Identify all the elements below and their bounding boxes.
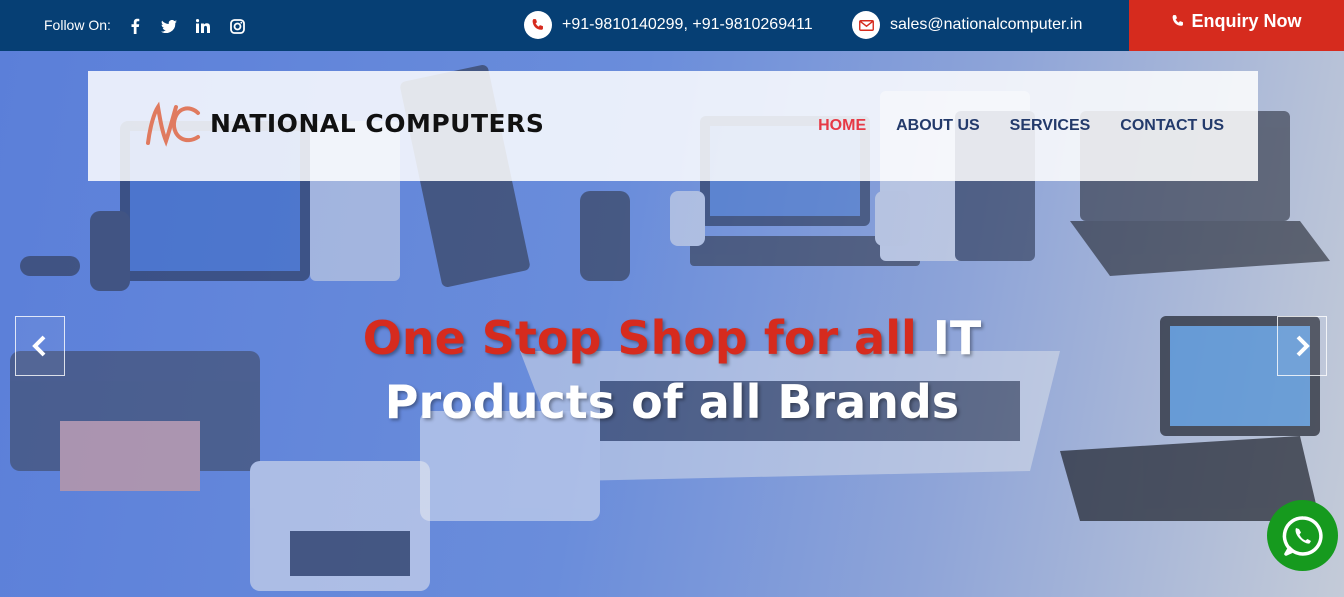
instagram-icon[interactable] xyxy=(226,15,248,37)
enquiry-now-button[interactable]: Enquiry Now xyxy=(1129,0,1344,51)
email-contact[interactable]: sales@nationalcomputer.in xyxy=(852,11,1082,39)
phone-contact[interactable]: +91-9810140299, +91-9810269411 xyxy=(524,11,813,39)
nav-about-us[interactable]: ABOUT US xyxy=(896,117,980,135)
hero-headline: One Stop Shop for all IT Products of all… xyxy=(0,306,1344,434)
headline-red-text: One Stop Shop for all xyxy=(362,311,917,365)
whatsapp-button[interactable] xyxy=(1267,500,1338,571)
phone-icon xyxy=(524,11,552,39)
twitter-icon[interactable] xyxy=(158,15,180,37)
mail-icon xyxy=(852,11,880,39)
nav-menu: HOME ABOUT US SERVICES CONTACT US xyxy=(818,117,1224,135)
nav-services[interactable]: SERVICES xyxy=(1010,117,1091,135)
nav-home[interactable]: HOME xyxy=(818,117,866,135)
main-navigation: NATIONAL COMPUTERS HOME ABOUT US SERVICE… xyxy=(88,71,1258,181)
slider-prev-button[interactable] xyxy=(15,316,65,376)
headline-white-text-1: IT xyxy=(916,311,982,365)
nav-contact-us[interactable]: CONTACT US xyxy=(1120,117,1224,135)
whatsapp-icon xyxy=(1282,515,1323,556)
top-bar: Follow On: +91-9810140299, +91-981026941… xyxy=(0,0,1344,51)
facebook-icon[interactable] xyxy=(124,15,146,37)
headline-white-text-2: Products of all Brands xyxy=(384,375,960,429)
email-address: sales@nationalcomputer.in xyxy=(890,16,1083,33)
follow-label: Follow On: xyxy=(44,17,111,33)
hero-slider: NATIONAL COMPUTERS HOME ABOUT US SERVICE… xyxy=(0,51,1344,597)
chevron-right-icon xyxy=(1296,335,1310,357)
phone-icon xyxy=(1173,15,1184,26)
brand-name[interactable]: NATIONAL COMPUTERS xyxy=(210,109,544,138)
chevron-left-icon xyxy=(32,335,46,357)
slider-next-button[interactable] xyxy=(1277,316,1327,376)
nc-logo-icon[interactable] xyxy=(140,101,202,149)
social-links xyxy=(124,15,248,37)
phone-numbers: +91-9810140299, +91-9810269411 xyxy=(562,16,813,33)
linkedin-icon[interactable] xyxy=(192,15,214,37)
enquiry-label: Enquiry Now xyxy=(1191,11,1302,31)
